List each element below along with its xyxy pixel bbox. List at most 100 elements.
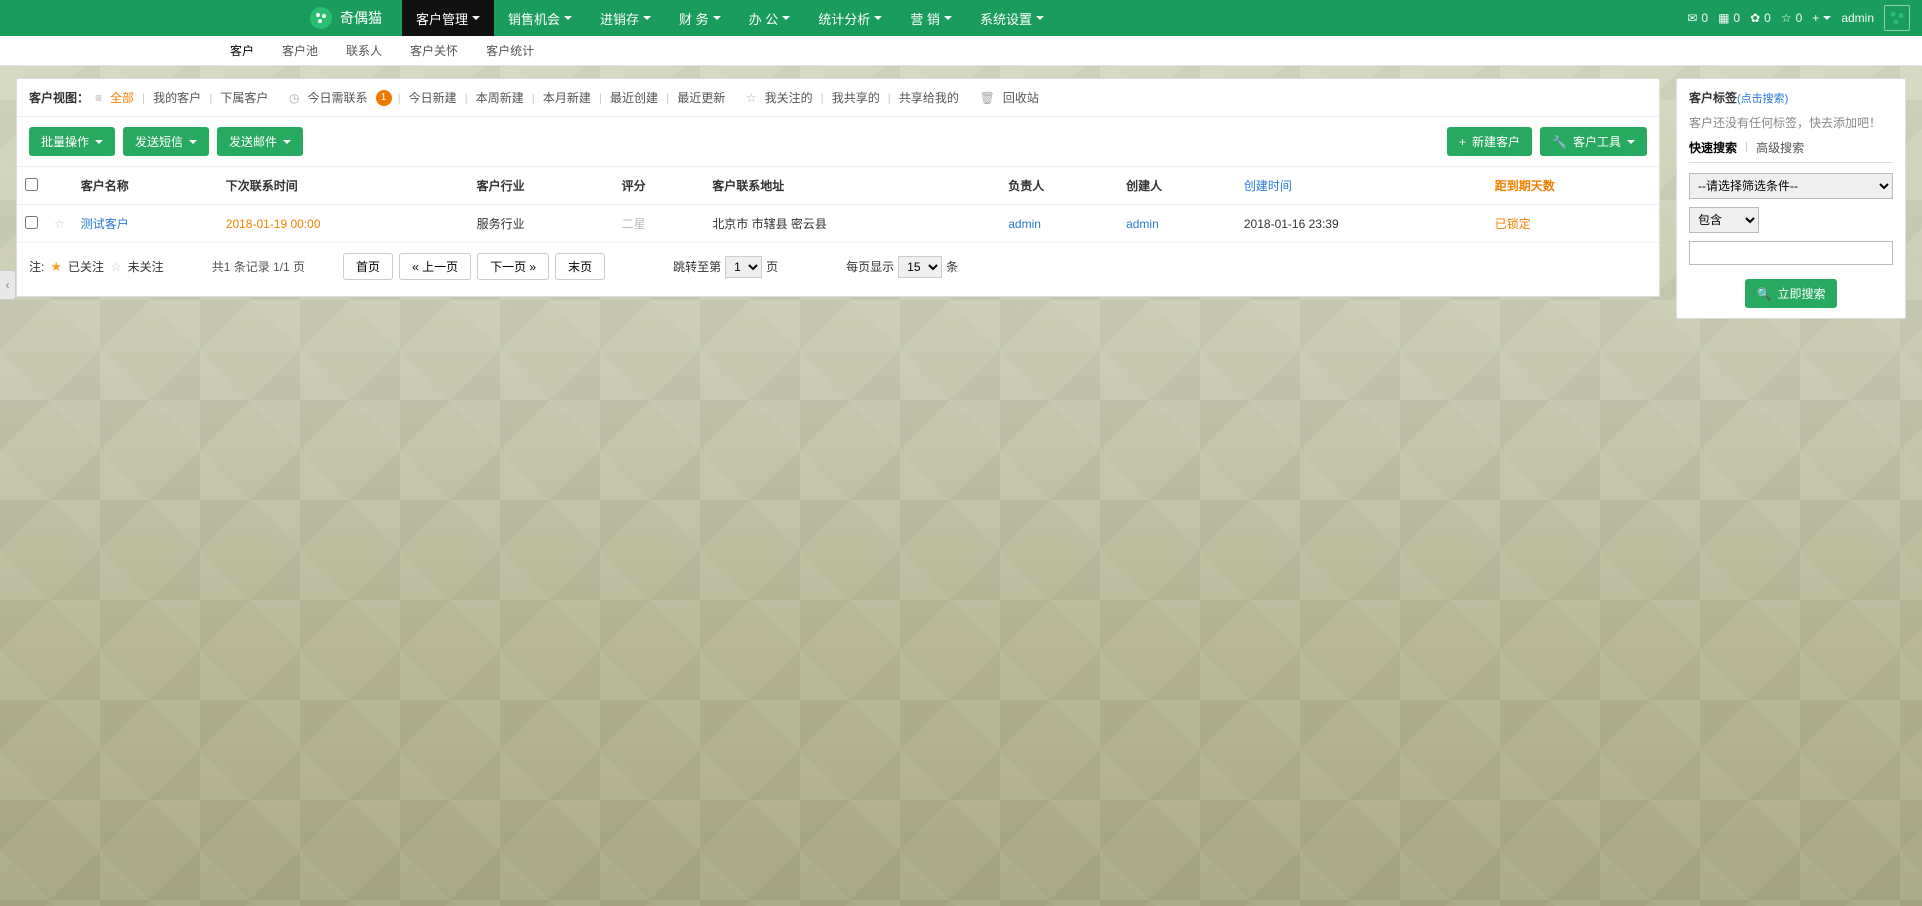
nav-sales-opportunity[interactable]: 销售机会	[494, 0, 586, 36]
subnav: 客户 客户池 联系人 客户关怀 客户统计	[0, 36, 1922, 66]
per-page: 每页显示 15 条	[846, 256, 958, 278]
main-panel: 客户视图： ≡ 全部 | 我的客户 | 下属客户 ◷ 今日需联系 1 | 今日新…	[16, 78, 1660, 297]
col-creator[interactable]: 创建人	[1118, 167, 1236, 205]
filter-op-select[interactable]: 包含	[1689, 207, 1759, 233]
view-shared-by-me[interactable]: 我共享的	[830, 89, 882, 106]
cell-industry: 服务行业	[469, 205, 614, 243]
view-month-new[interactable]: 本月新建	[541, 89, 593, 106]
send-email-button[interactable]: 发送邮件	[217, 127, 303, 156]
col-owner[interactable]: 负责人	[1000, 167, 1118, 205]
search-controls: --请选择筛选条件-- 包含 🔍 立即搜索	[1689, 173, 1893, 308]
grid-icon: ▦	[1718, 11, 1729, 25]
cell-rating: 二星	[614, 205, 705, 243]
creator-link[interactable]: admin	[1126, 217, 1159, 231]
chevron-down-icon	[472, 16, 480, 20]
star-stat[interactable]: ☆0	[1781, 11, 1802, 25]
view-today-new[interactable]: 今日新建	[407, 89, 459, 106]
col-rating[interactable]: 评分	[614, 167, 705, 205]
tags-header: 客户标签(点击搜索)	[1689, 89, 1893, 106]
bulk-actions-button[interactable]: 批量操作	[29, 127, 115, 156]
collapse-handle[interactable]: ‹	[0, 270, 16, 300]
today-contact-badge: 1	[376, 90, 392, 106]
nav-office[interactable]: 办 公	[735, 0, 805, 36]
send-sms-button[interactable]: 发送短信	[123, 127, 209, 156]
col-created[interactable]: 创建时间	[1236, 167, 1487, 205]
view-recent-update[interactable]: 最近更新	[675, 89, 727, 106]
subnav-care[interactable]: 客户关怀	[410, 42, 458, 59]
nav-customer-mgmt[interactable]: 客户管理	[402, 0, 494, 36]
brand[interactable]: 奇偶猫	[310, 7, 382, 29]
nav-finance[interactable]: 财 务	[665, 0, 735, 36]
col-days-due[interactable]: 距到期天数	[1487, 167, 1659, 205]
prev-page-button[interactable]: « 上一页	[399, 253, 471, 280]
nav-analytics[interactable]: 统计分析	[804, 0, 896, 36]
filter-field-select[interactable]: --请选择筛选条件--	[1689, 173, 1893, 199]
cell-created: 2018-01-16 23:39	[1236, 205, 1487, 243]
view-shared-to-me[interactable]: 共享给我的	[897, 89, 961, 106]
col-name[interactable]: 客户名称	[73, 167, 218, 205]
cell-days-due: 已锁定	[1487, 205, 1659, 243]
select-all-checkbox[interactable]	[25, 178, 38, 191]
chevron-down-icon	[564, 16, 572, 20]
view-label: 客户视图：	[29, 89, 89, 106]
view-subordinate[interactable]: 下属客户	[218, 89, 270, 106]
tab-quick-search[interactable]: 快速搜索	[1689, 139, 1737, 156]
brand-name: 奇偶猫	[340, 8, 382, 28]
nav-inventory[interactable]: 进销存	[586, 0, 665, 36]
nav-settings[interactable]: 系统设置	[966, 0, 1058, 36]
legend: 注: ★ 已关注 ☆ 未关注	[29, 258, 164, 275]
chevron-left-icon: ‹	[6, 278, 10, 292]
chevron-down-icon	[189, 140, 197, 144]
tags-empty-msg: 客户还没有任何标签，快去添加吧！	[1689, 114, 1893, 131]
view-followed[interactable]: 我关注的	[763, 89, 815, 106]
view-today-contact[interactable]: 今日需联系	[305, 89, 369, 106]
plus-menu[interactable]: +	[1812, 11, 1831, 25]
page-select[interactable]: 1	[725, 256, 762, 278]
col-next-contact[interactable]: 下次联系时间	[218, 167, 469, 205]
owner-link[interactable]: admin	[1008, 217, 1041, 231]
col-address[interactable]: 客户联系地址	[704, 167, 1000, 205]
mail-icon: ✉	[1687, 11, 1697, 25]
chevron-down-icon	[713, 16, 721, 20]
tab-advanced-search[interactable]: 高级搜索	[1756, 139, 1804, 156]
view-mine[interactable]: 我的客户	[151, 89, 203, 106]
chevron-down-icon	[874, 16, 882, 20]
mail-stat[interactable]: ✉0	[1687, 11, 1708, 25]
user-menu[interactable]: admin	[1841, 11, 1874, 25]
row-checkbox[interactable]	[25, 216, 38, 229]
view-filter-row: 客户视图： ≡ 全部 | 我的客户 | 下属客户 ◷ 今日需联系 1 | 今日新…	[17, 79, 1659, 117]
chevron-down-icon	[782, 16, 790, 20]
tags-hint[interactable]: (点击搜索)	[1737, 93, 1788, 105]
wrench-icon: 🔧	[1552, 135, 1567, 149]
view-trash[interactable]: 回收站	[1001, 89, 1041, 106]
row-star-toggle[interactable]: ☆	[54, 217, 65, 231]
filter-value-input[interactable]	[1689, 241, 1893, 265]
avatar[interactable]	[1884, 5, 1910, 31]
star-icon: ☆	[1781, 11, 1792, 25]
inbox-stat[interactable]: ▦0	[1718, 11, 1740, 25]
view-all[interactable]: 全部	[108, 89, 136, 106]
subnav-contacts[interactable]: 联系人	[346, 42, 382, 59]
star-icon: ☆	[746, 91, 757, 105]
subnav-stats[interactable]: 客户统计	[486, 42, 534, 59]
page-jump: 跳转至第 1 页	[673, 256, 778, 278]
view-week-new[interactable]: 本周新建	[474, 89, 526, 106]
per-page-select[interactable]: 15	[898, 256, 942, 278]
last-page-button[interactable]: 末页	[555, 253, 605, 280]
col-industry[interactable]: 客户行业	[469, 167, 614, 205]
new-customer-button[interactable]: +新建客户	[1447, 127, 1532, 156]
search-button[interactable]: 🔍 立即搜索	[1745, 279, 1838, 308]
first-page-button[interactable]: 首页	[343, 253, 393, 280]
customer-tools-button[interactable]: 🔧客户工具	[1540, 127, 1647, 156]
customer-name-link[interactable]: 测试客户	[81, 217, 129, 231]
next-page-button[interactable]: 下一页 »	[477, 253, 549, 280]
view-recent-create[interactable]: 最近创建	[608, 89, 660, 106]
chevron-down-icon	[283, 140, 291, 144]
subnav-customer-pool[interactable]: 客户池	[282, 42, 318, 59]
nav-marketing[interactable]: 营 销	[896, 0, 966, 36]
topbar-right: ✉0 ▦0 ✿0 ☆0 + admin	[1687, 5, 1922, 31]
gear-stat[interactable]: ✿0	[1750, 11, 1771, 25]
chevron-down-icon	[944, 16, 952, 20]
side-panel: 客户标签(点击搜索) 客户还没有任何标签，快去添加吧！ 快速搜索 | 高级搜索 …	[1676, 78, 1906, 319]
subnav-customer[interactable]: 客户	[230, 42, 254, 59]
